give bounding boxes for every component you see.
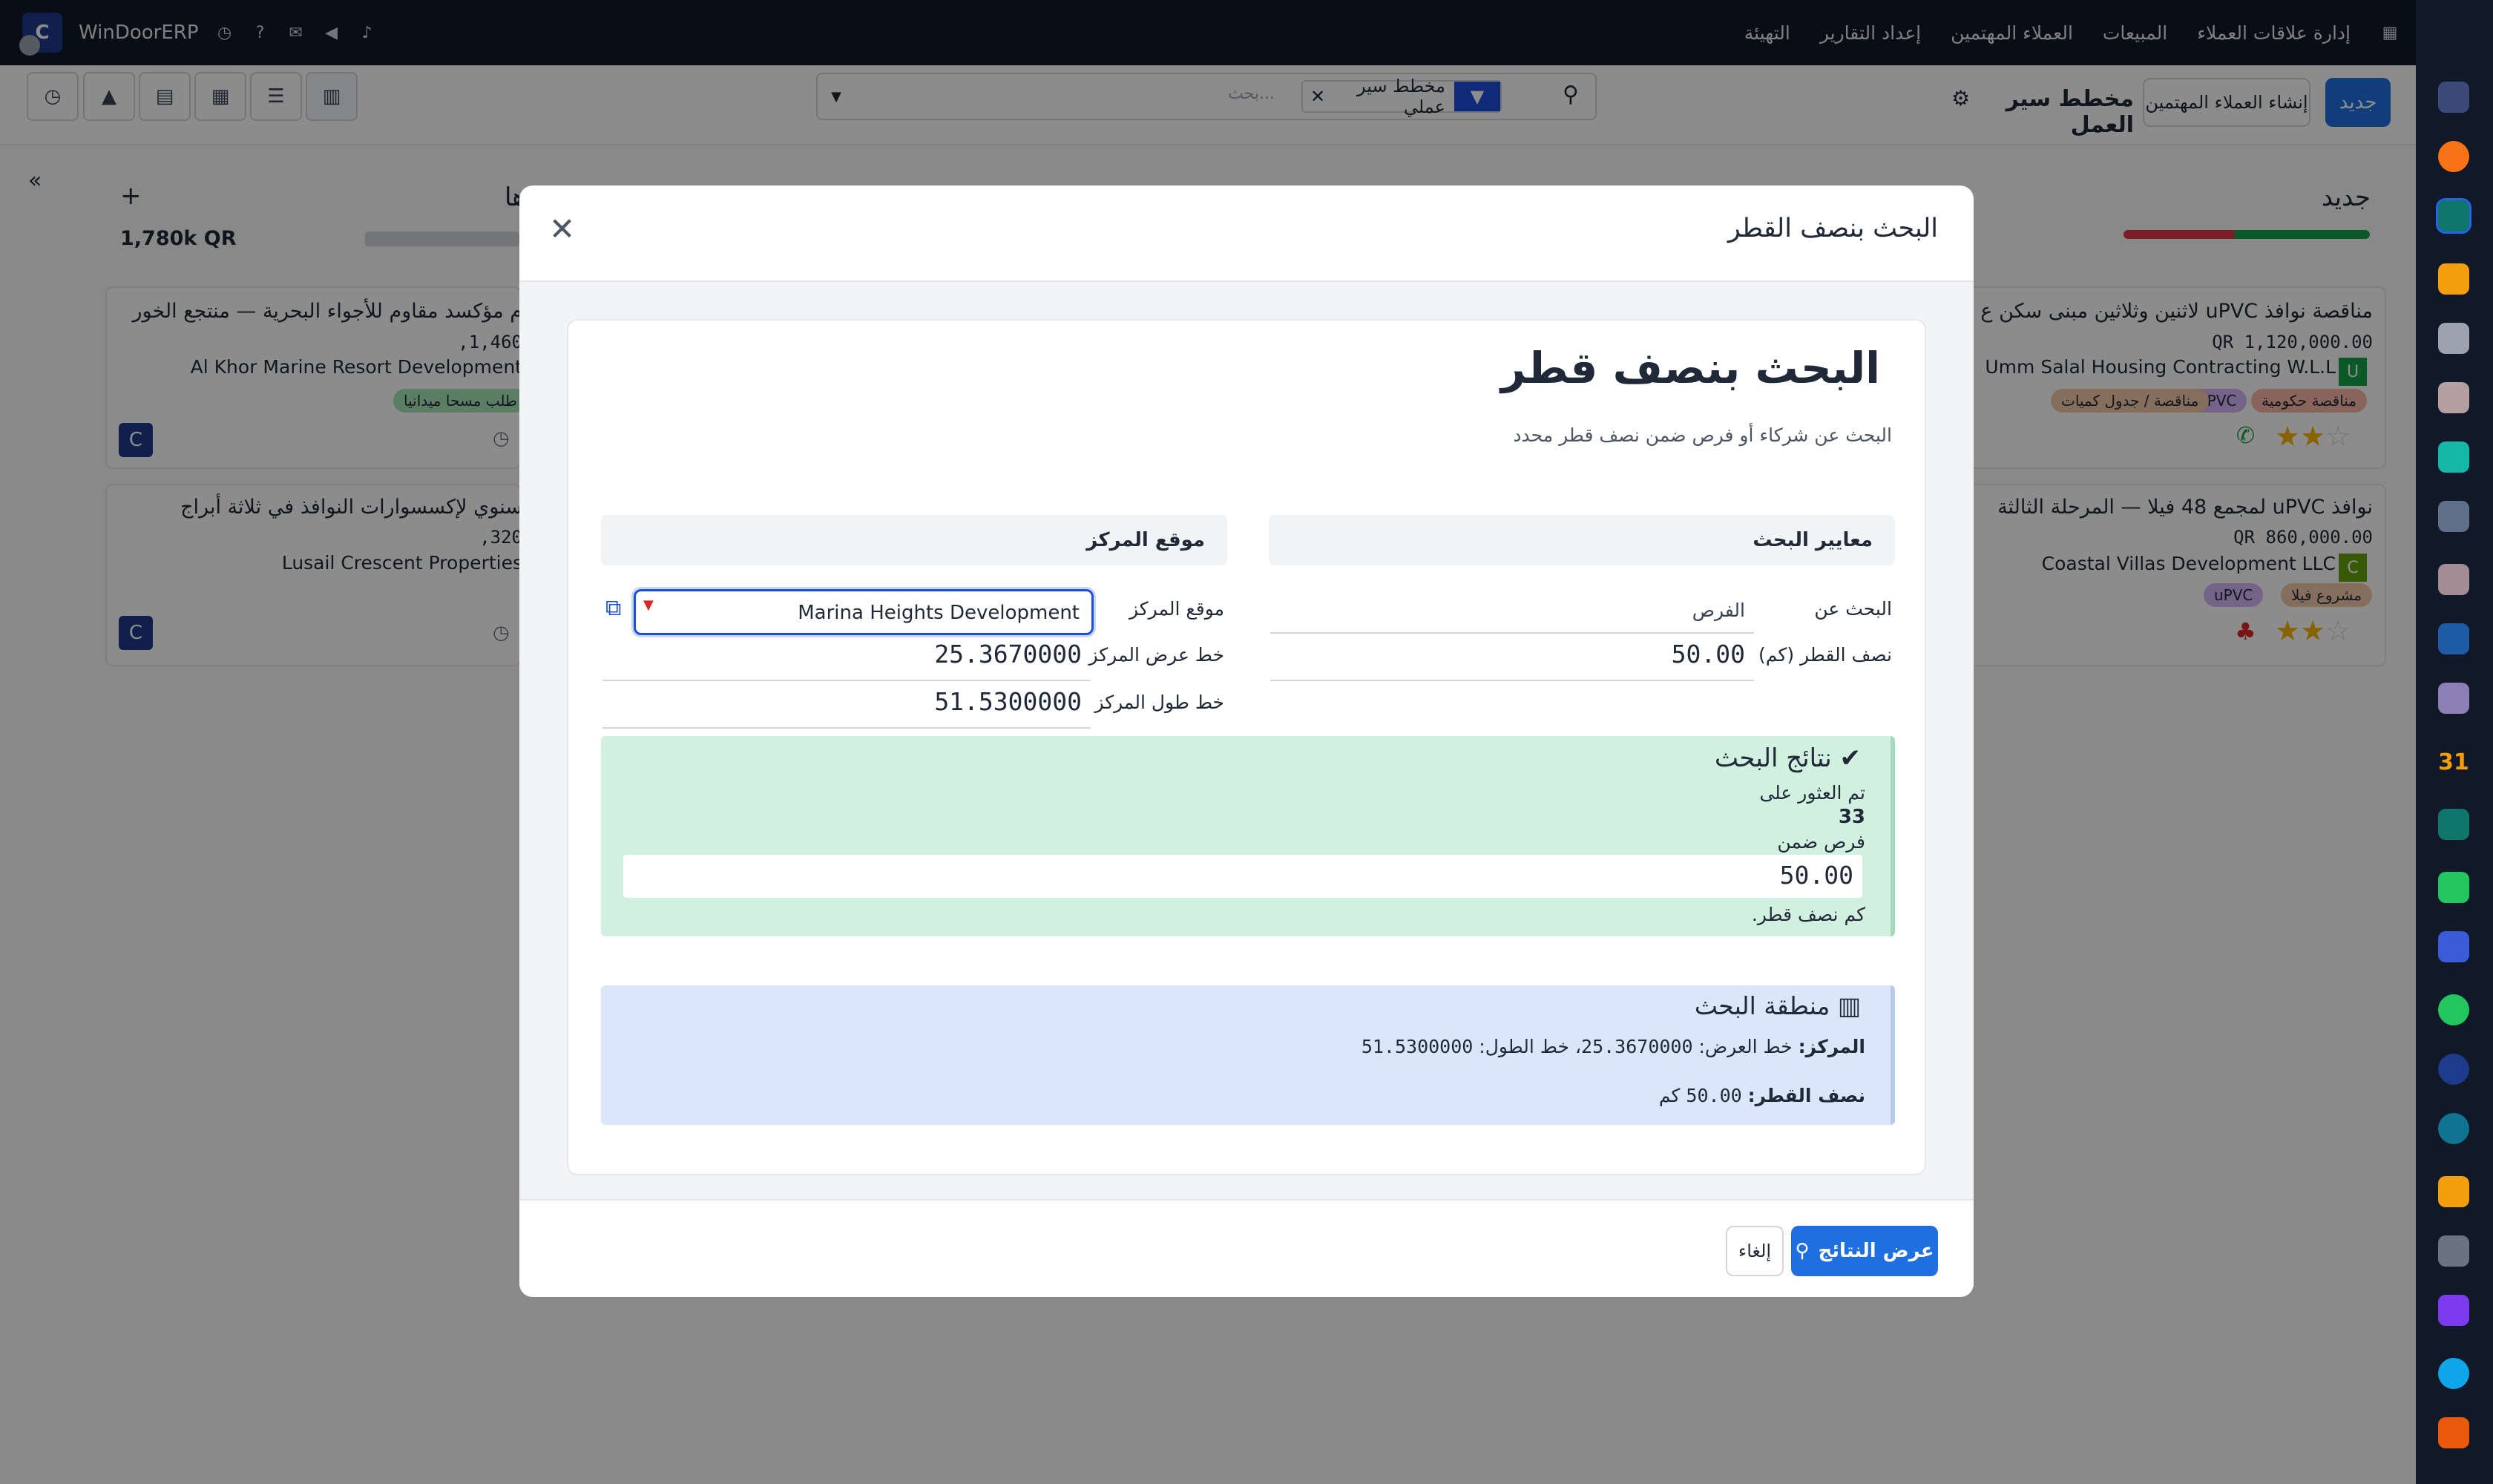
timesheet-app-icon[interactable] (2438, 1054, 2469, 1085)
check-circle-icon: ✔ (1831, 743, 1862, 773)
form-heading: البحث بنصف قطر (1500, 343, 1880, 393)
planning-app-icon[interactable] (2438, 1235, 2469, 1267)
settings-app-icon[interactable] (2438, 1417, 2469, 1448)
center-location-label: موقع المركز (1129, 598, 1224, 620)
area-lng-prefix: خط الطول: (1479, 1036, 1569, 1057)
area-title: ▥ منطقة البحث (1695, 991, 1861, 1020)
show-results-label: عرض النتائج (1818, 1240, 1934, 1262)
area-radius-label: نصف القطر: (1747, 1085, 1865, 1106)
results-radius-value: 50.00 (1779, 861, 1853, 890)
area-lat-prefix: خط العرض: (1698, 1036, 1793, 1057)
radius-field[interactable]: 50.00 (1270, 640, 1754, 681)
area-lng-value: 51.5300000 (1361, 1036, 1474, 1057)
results-title: ✔ نتائج البحث (1715, 743, 1861, 773)
show-results-button[interactable]: ⚲ عرض النتائج (1791, 1226, 1938, 1276)
center-location-value: Marina Heights Development (798, 602, 1080, 624)
area-title-text: منطقة البحث (1694, 991, 1830, 1020)
external-link-icon[interactable]: ⧉ (605, 595, 621, 621)
radius-label: نصف القطر (كم) (1758, 644, 1892, 666)
cancel-button[interactable]: إلغاء (1726, 1226, 1784, 1276)
dashboard-app-icon[interactable] (2438, 931, 2469, 962)
dialog-footer: ⚲ عرض النتائج إلغاء (519, 1199, 1974, 1297)
results-within-text: فرص ضمن (1777, 831, 1865, 853)
results-title-text: نتائج البحث (1715, 743, 1832, 773)
documents-app-icon[interactable] (2438, 623, 2469, 654)
dropdown-caret-icon[interactable]: ▼ (643, 597, 654, 613)
results-radius-box: 50.00 (623, 855, 1862, 898)
results-found-text: تم العثور على (1759, 782, 1865, 804)
section-center-location: موقع المركز (601, 515, 1227, 565)
search-icon: ⚲ (1795, 1240, 1810, 1262)
close-icon[interactable]: ✕ (549, 211, 575, 247)
products-app-icon[interactable] (2438, 564, 2469, 595)
send-app-icon[interactable] (2438, 1176, 2469, 1207)
crm-app-icon[interactable] (2436, 198, 2471, 234)
map-icon: ▥ (1830, 991, 1861, 1020)
radius-search-dialog: البحث بنصف القطر ✕ البحث بنصف قطر البحث … (519, 186, 1974, 1297)
discuss-app-icon[interactable] (2438, 141, 2469, 172)
employees-app-icon[interactable] (2438, 683, 2469, 714)
app-switcher-rail: 31 (2416, 0, 2493, 1484)
search-area-alert: ▥ منطقة البحث المركز: خط العرض: 25.36700… (601, 985, 1895, 1125)
whatsapp-app-icon[interactable] (2438, 994, 2469, 1025)
center-location-select[interactable]: Marina Heights Development ▼ (634, 589, 1094, 635)
area-center-label: المركز: (1798, 1036, 1865, 1057)
results-count: 33 (1838, 806, 1865, 828)
calendar-app-icon[interactable]: 31 (2438, 749, 2469, 781)
center-lat-label: خط عرض المركز (1088, 644, 1224, 666)
area-lat-value: 25.3670000 (1581, 1036, 1693, 1057)
form-subtitle: البحث عن شركاء أو فرص ضمن نصف قطر محدد (1513, 424, 1892, 446)
contacts-app-icon[interactable] (2438, 382, 2469, 413)
accounting-app-icon[interactable] (2438, 1113, 2469, 1144)
area-center-line: المركز: خط العرض: 25.3670000، خط الطول: … (1361, 1036, 1865, 1057)
dialog-body: البحث بنصف قطر البحث عن شركاء أو فرص ضمن… (519, 282, 1974, 1209)
center-lng-label: خط طول المركز (1094, 692, 1224, 713)
manufacturing-app-icon[interactable] (2438, 1295, 2469, 1326)
area-km: كم (1658, 1085, 1681, 1106)
results-km-text: كم نصف قطر. (1751, 904, 1865, 925)
search-for-value: الفرص (1692, 600, 1745, 621)
area-radius-line: نصف القطر: 50.00 كم (1659, 1085, 1865, 1106)
area-radius-value: 50.00 (1686, 1085, 1742, 1106)
section-search-criteria: معايير البحث (1269, 515, 1895, 565)
analytics-app-icon[interactable] (2438, 1358, 2469, 1389)
dialog-title: البحث بنصف القطر (1727, 214, 1938, 243)
sales-app-icon[interactable] (2438, 263, 2469, 295)
mail-app-icon[interactable] (2438, 82, 2469, 113)
results-alert: ✔ نتائج البحث تم العثور على 33 فرص ضمن 5… (601, 736, 1895, 936)
sign-app-icon[interactable] (2438, 809, 2469, 840)
inventory-app-icon[interactable] (2438, 323, 2469, 354)
dialog-header: البحث بنصف القطر ✕ (519, 186, 1974, 282)
search-for-field[interactable]: الفرص (1270, 600, 1754, 634)
form-sheet: البحث بنصف قطر البحث عن شركاء أو فرص ضمن… (567, 319, 1926, 1175)
center-lat-field[interactable]: 25.3670000 (602, 640, 1091, 681)
center-lng-field[interactable]: 51.5300000 (602, 687, 1091, 729)
search-for-label: البحث عن (1814, 598, 1892, 620)
helpdesk-app-icon[interactable] (2438, 501, 2469, 532)
hr-app-icon[interactable] (2438, 872, 2469, 903)
tasks-app-icon[interactable] (2438, 441, 2469, 473)
